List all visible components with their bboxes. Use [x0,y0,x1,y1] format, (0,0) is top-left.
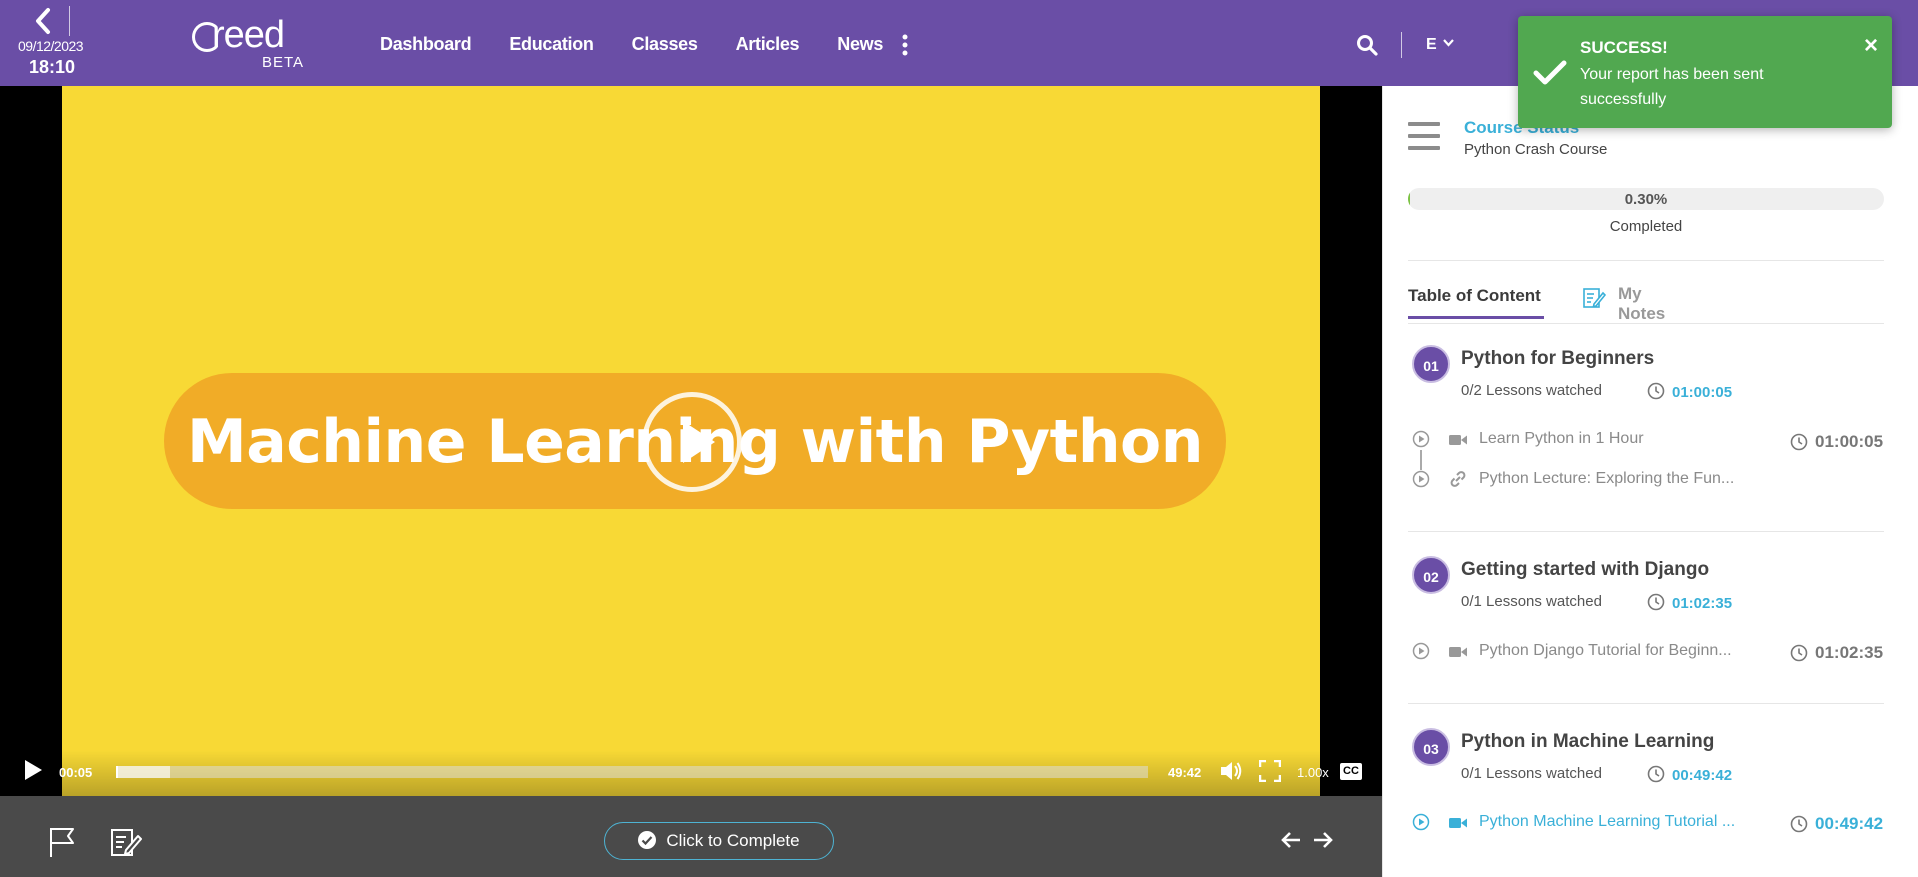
lesson-title[interactable]: Python Django Tutorial for Beginn... [1479,642,1732,660]
clock-icon [1647,765,1665,783]
lesson-duration: 00:49:42 [1815,814,1884,833]
chevron-down-icon [1443,39,1454,47]
clock-icon [1790,815,1808,833]
current-time: 18:10 [29,57,76,77]
nav-articles[interactable]: Articles [736,34,800,55]
lesson-title-active[interactable]: Python Machine Learning Tutorial ... [1479,813,1735,831]
play-circle-icon[interactable] [1412,430,1430,448]
playback-speed[interactable]: 1.00x [1297,765,1329,780]
section-duration: 00:49:42 [1672,767,1733,784]
back-arrow-icon[interactable] [30,6,56,36]
divider [1408,323,1884,324]
buffered-bar [116,766,170,778]
video-icon [1449,647,1467,657]
notes-icon [1583,288,1606,308]
section-duration: 01:00:05 [1672,384,1733,401]
language-label: E [1426,36,1437,53]
video-frame: Machine Learning with Python [62,86,1320,796]
big-play-button[interactable] [642,392,742,492]
arrow-left-icon[interactable] [1280,830,1302,850]
toast-message: Your report has been sent successfully [1580,66,1764,108]
nav-classes[interactable]: Classes [632,34,698,55]
section-number: 03 [1412,728,1450,766]
volume-icon[interactable] [1219,760,1243,782]
click-to-complete-button[interactable]: Click to Complete [604,822,834,860]
play-icon [683,421,715,463]
course-progress-label: Completed [1609,218,1683,235]
toast-title: SUCCESS! [1580,38,1668,57]
fullscreen-icon[interactable] [1259,760,1281,782]
nav-news[interactable]: News [837,34,883,55]
divider [1408,260,1884,261]
video-icon [1449,435,1467,445]
nav-education[interactable]: Education [509,34,594,55]
lesson-duration: 01:02:35 [1815,643,1884,662]
active-tab-indicator [1408,316,1544,319]
section-title[interactable]: Python for Beginners [1461,348,1654,370]
more-vertical-icon[interactable] [900,34,910,56]
play-circle-icon[interactable] [1412,642,1430,660]
link-icon [1450,471,1466,487]
duration-display: 49:42 [1168,765,1202,780]
course-progress-percent: 0.30% [1624,191,1668,208]
course-name: Python Crash Course [1464,141,1608,158]
language-selector[interactable]: E [1426,36,1454,54]
tab-table-of-content[interactable]: Table of Content [1408,286,1541,306]
edit-note-icon[interactable] [110,826,142,858]
checkmark-icon [1533,60,1567,85]
play-circle-icon[interactable] [1412,813,1430,831]
play-icon[interactable] [22,758,44,782]
lesson-title[interactable]: Python Lecture: Exploring the Fun... [1479,470,1734,488]
section-number: 01 [1412,345,1450,383]
video-icon [1449,818,1467,828]
arrow-right-icon[interactable] [1312,830,1334,850]
current-date: 09/12/2023 [18,38,84,54]
lesson-duration: 01:00:05 [1815,432,1884,451]
main-nav: Dashboard Education Classes Articles New… [380,34,921,55]
logo-text: reed [212,14,285,56]
clock-icon [1647,593,1665,611]
played-bar [116,766,118,778]
lesson-connector [1420,450,1422,470]
play-circle-icon[interactable] [1412,470,1430,488]
logo[interactable]: reed BETA [192,14,322,74]
divider [1408,703,1884,704]
divider [1401,32,1402,58]
section-watched-count: 0/1 Lessons watched [1461,593,1602,610]
video-seek-bar[interactable] [116,766,1148,778]
video-player[interactable]: Machine Learning with Python [0,86,1382,796]
clock-icon [1647,382,1665,400]
section-duration: 01:02:35 [1672,595,1733,612]
search-icon[interactable] [1356,34,1378,56]
flag-icon[interactable] [48,826,76,858]
divider [1408,531,1884,532]
section-title[interactable]: Python in Machine Learning [1461,731,1714,753]
hamburger-menu-icon[interactable] [1408,122,1440,152]
nav-dashboard[interactable]: Dashboard [380,34,472,55]
clock-icon [1790,433,1808,451]
captions-button[interactable]: CC [1340,763,1362,780]
beta-badge: BETA [262,54,305,71]
section-watched-count: 0/1 Lessons watched [1461,765,1602,782]
section-watched-count: 0/2 Lessons watched [1461,382,1602,399]
section-number: 02 [1412,556,1450,594]
clock-icon [1790,644,1808,662]
divider [69,6,70,36]
current-time-display: 00:05 [59,765,93,780]
check-circle-icon [638,831,657,849]
section-title[interactable]: Getting started with Django [1461,559,1709,581]
close-icon[interactable]: × [1864,34,1878,58]
lesson-title[interactable]: Learn Python in 1 Hour [1479,430,1644,448]
complete-label: Click to Complete [666,831,800,850]
tab-my-notes-label: My Notes [1618,284,1666,323]
